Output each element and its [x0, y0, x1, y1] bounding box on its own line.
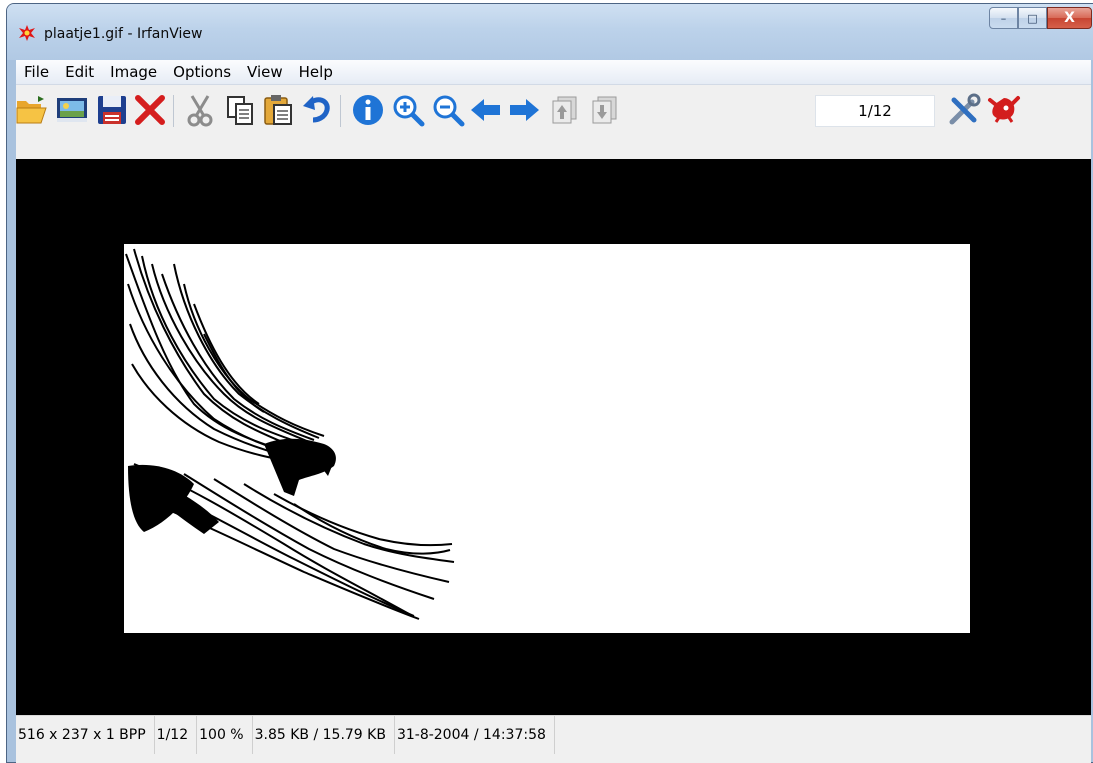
maximize-icon: □	[1027, 11, 1038, 25]
undo-button[interactable]	[299, 92, 335, 128]
status-dimensions: 516 x 237 x 1 BPP	[16, 716, 155, 754]
status-date: 31-8-2004 / 14:37:58	[395, 716, 555, 754]
menu-file[interactable]: File	[16, 63, 57, 81]
minimize-button[interactable]: –	[989, 7, 1018, 29]
delete-button[interactable]	[132, 92, 168, 128]
open-icon	[16, 96, 47, 124]
irfanview-app-icon	[19, 25, 35, 41]
caption-buttons: – □ X	[989, 7, 1092, 29]
copy-button[interactable]	[222, 92, 258, 128]
title-bar[interactable]: plaatje1.gif - IrfanView – □ X	[7, 4, 1093, 60]
exit-icon	[988, 96, 1020, 123]
status-file-size: 3.85 KB / 15.79 KB	[253, 716, 395, 754]
next-icon	[510, 99, 539, 121]
toolbar-separator	[340, 95, 341, 127]
close-icon: X	[1064, 10, 1075, 26]
copy-icon	[227, 96, 253, 125]
menu-bar: File Edit Image Options View Help	[16, 60, 1091, 85]
zoom-in-icon	[393, 95, 425, 127]
next-page-button[interactable]	[586, 92, 622, 128]
displayed-image	[124, 244, 970, 633]
delete-icon	[135, 95, 165, 125]
toolbar-separator	[173, 95, 174, 127]
eagle-illustration	[125, 248, 455, 620]
save-icon	[98, 96, 126, 124]
next-page-icon	[592, 96, 617, 124]
open-button[interactable]	[14, 92, 50, 128]
next-button[interactable]	[506, 92, 542, 128]
close-button[interactable]: X	[1047, 7, 1092, 29]
previous-icon	[471, 99, 500, 121]
status-bar: 516 x 237 x 1 BPP 1/12 100 % 3.85 KB / 1…	[16, 715, 1091, 763]
thumbnails-icon	[57, 98, 87, 122]
zoom-out-button[interactable]	[430, 92, 466, 128]
previous-page-icon	[552, 96, 577, 124]
zoom-in-button[interactable]	[390, 92, 426, 128]
menu-view[interactable]: View	[239, 63, 291, 81]
cut-button[interactable]	[182, 92, 218, 128]
menu-options[interactable]: Options	[165, 63, 239, 81]
info-icon	[353, 95, 383, 125]
menu-image[interactable]: Image	[102, 63, 165, 81]
undo-icon	[303, 96, 330, 123]
client-area: File Edit Image Options View Help 1/12 5…	[16, 60, 1091, 763]
save-button[interactable]	[94, 92, 130, 128]
properties-icon	[949, 93, 981, 125]
previous-button[interactable]	[468, 92, 504, 128]
toolbar: 1/12	[16, 85, 1091, 135]
page-indicator[interactable]: 1/12	[815, 95, 935, 127]
status-page: 1/12	[155, 716, 198, 754]
paste-icon	[264, 95, 292, 125]
window-title: plaatje1.gif - IrfanView	[44, 26, 203, 42]
status-zoom: 100 %	[197, 716, 253, 754]
properties-button[interactable]	[946, 92, 982, 128]
image-view-area[interactable]	[16, 159, 1091, 715]
cut-icon	[187, 95, 213, 127]
thumbnails-button[interactable]	[54, 92, 90, 128]
zoom-out-icon	[433, 95, 465, 127]
maximize-button[interactable]: □	[1018, 7, 1047, 29]
menu-help[interactable]: Help	[291, 63, 341, 81]
info-button[interactable]	[350, 92, 386, 128]
previous-page-button[interactable]	[546, 92, 582, 128]
exit-button[interactable]	[986, 92, 1022, 128]
menu-edit[interactable]: Edit	[57, 63, 102, 81]
irfanview-window: plaatje1.gif - IrfanView – □ X File Edit…	[7, 4, 1093, 763]
paste-button[interactable]	[260, 92, 296, 128]
minimize-icon: –	[1000, 11, 1007, 25]
